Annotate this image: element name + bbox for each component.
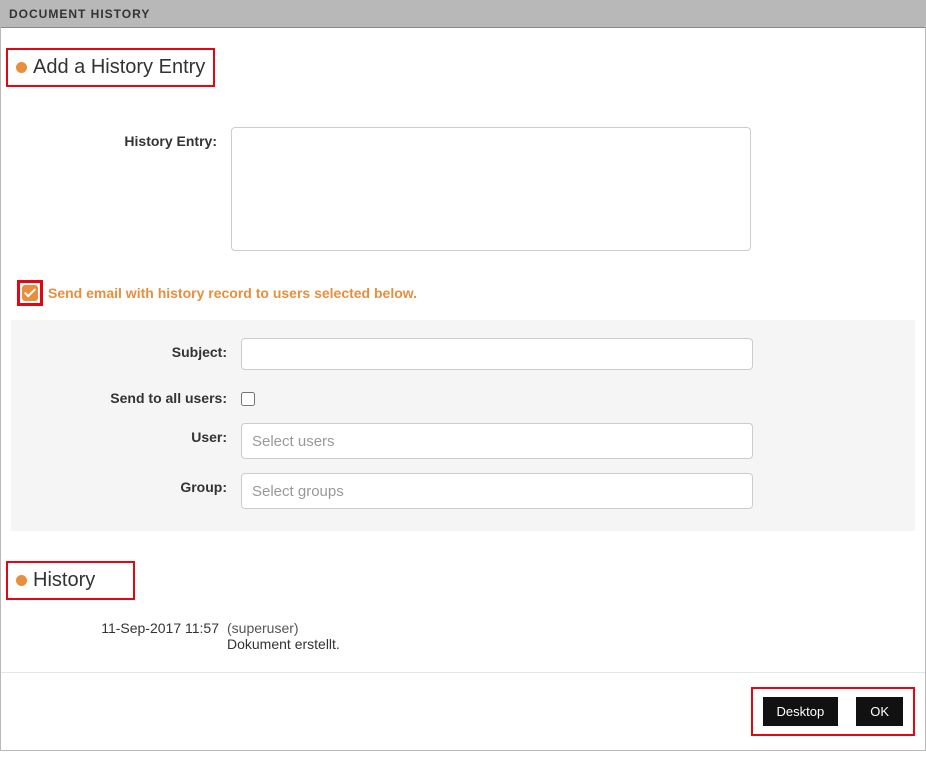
group-label: Group: [21, 473, 241, 495]
history-entry-user: (superuser) [227, 620, 915, 636]
history-list: 11-Sep-2017 11:57 (superuser) Dokument e… [1, 600, 925, 672]
send-email-checkbox[interactable] [22, 285, 38, 301]
highlight-email-checkbox [17, 280, 43, 306]
history-entry-cell [231, 127, 761, 254]
add-history-form: History Entry: Send email with history r… [1, 87, 925, 531]
row-send-all: Send to all users: [21, 384, 905, 409]
subject-label: Subject: [21, 338, 241, 360]
user-cell: Select users [241, 423, 771, 459]
history-entry-body: (superuser) Dokument erstellt. [227, 620, 915, 652]
user-select[interactable]: Select users [241, 423, 753, 459]
row-send-email: Send email with history record to users … [17, 280, 915, 306]
history-entry-message: Dokument erstellt. [227, 636, 915, 652]
email-options-panel: Subject: Send to all users: User: [11, 320, 915, 531]
history-heading: History [8, 563, 103, 598]
content-area: Add a History Entry History Entry: Send … [1, 28, 925, 750]
subject-input[interactable] [241, 338, 753, 370]
row-group: Group: Select groups [21, 473, 905, 509]
row-subject: Subject: [21, 338, 905, 370]
send-all-label: Send to all users: [21, 384, 241, 406]
send-all-cell [241, 384, 771, 409]
history-entry: 11-Sep-2017 11:57 (superuser) Dokument e… [11, 620, 915, 652]
add-history-heading-wrap: Add a History Entry [6, 48, 215, 87]
user-placeholder: Select users [252, 433, 335, 450]
document-history-panel: DOCUMENT HISTORY Add a History Entry His… [0, 0, 926, 751]
add-history-heading-text: Add a History Entry [33, 56, 205, 79]
highlight-history-heading: History [6, 561, 135, 600]
history-heading-wrap: History [6, 561, 135, 600]
history-entry-label: History Entry: [11, 127, 231, 149]
send-all-checkbox[interactable] [241, 392, 255, 406]
group-cell: Select groups [241, 473, 771, 509]
topbar-title: DOCUMENT HISTORY [9, 7, 150, 21]
row-user: User: Select users [21, 423, 905, 459]
user-label: User: [21, 423, 241, 445]
highlight-add-heading: Add a History Entry [6, 48, 215, 87]
topbar: DOCUMENT HISTORY [1, 0, 925, 28]
bullet-icon [16, 575, 27, 586]
send-email-label: Send email with history record to users … [48, 285, 417, 301]
footer: Desktop OK [1, 672, 925, 750]
bullet-icon [16, 62, 27, 73]
row-history-entry: History Entry: [11, 127, 915, 254]
history-entry-textarea[interactable] [231, 127, 751, 251]
history-heading-text: History [33, 569, 95, 592]
history-entry-date: 11-Sep-2017 11:57 [11, 620, 227, 652]
desktop-button[interactable]: Desktop [763, 697, 839, 726]
ok-button[interactable]: OK [856, 697, 903, 726]
group-placeholder: Select groups [252, 483, 344, 500]
add-history-heading: Add a History Entry [8, 50, 213, 85]
highlight-footer-buttons: Desktop OK [751, 687, 916, 736]
group-select[interactable]: Select groups [241, 473, 753, 509]
subject-cell [241, 338, 771, 370]
